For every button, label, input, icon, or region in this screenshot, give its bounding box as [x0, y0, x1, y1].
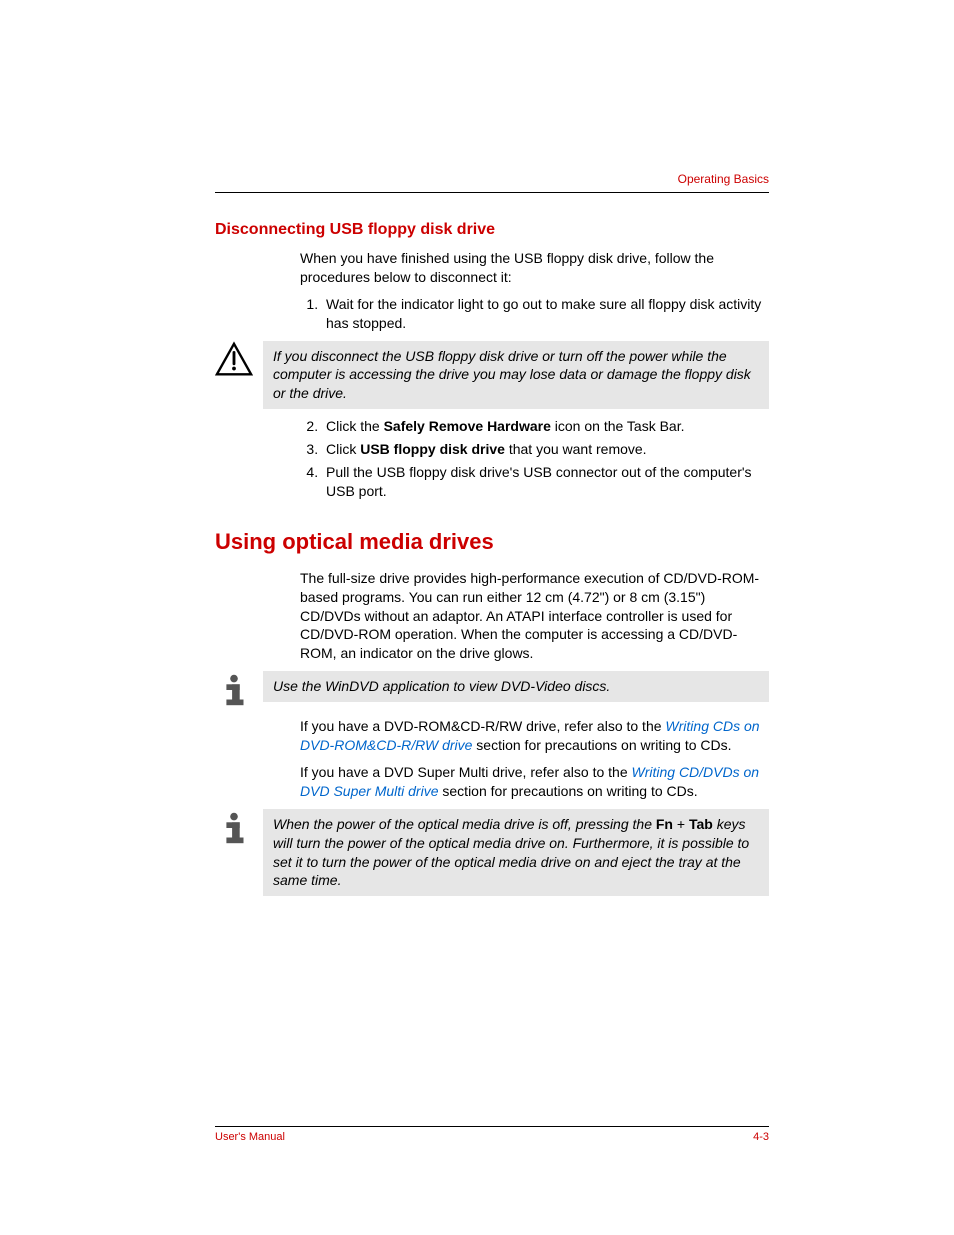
page-header: Operating Basics	[215, 170, 769, 193]
steps-list: Wait for the indicator light to go out t…	[300, 295, 769, 333]
info-callout-1: Use the WinDVD application to view DVD-V…	[215, 671, 769, 709]
subheading-disconnect-usb: Disconnecting USB floppy disk drive	[215, 221, 769, 239]
heading-optical-drives: Using optical media drives	[215, 529, 769, 555]
section-name: Operating Basics	[678, 172, 769, 186]
step-4: Pull the USB floppy disk drive's USB con…	[322, 463, 769, 501]
caution-callout: If you disconnect the USB floppy disk dr…	[215, 341, 769, 410]
document-page: Operating Basics Disconnecting USB flopp…	[0, 0, 954, 1143]
footer-left: User's Manual	[215, 1131, 285, 1143]
step-3: Click USB floppy disk drive that you wan…	[322, 440, 769, 459]
info-text-2: When the power of the optical media driv…	[263, 809, 769, 897]
info-icon	[215, 671, 253, 709]
step-1: Wait for the indicator light to go out t…	[322, 295, 769, 333]
caution-icon	[215, 341, 253, 379]
footer-page-number: 4-3	[753, 1131, 769, 1143]
optical-intro: The full-size drive provides high-perfor…	[300, 569, 769, 663]
page-footer: User's Manual 4-3	[215, 1126, 769, 1143]
step-2: Click the Safely Remove Hardware icon on…	[322, 417, 769, 436]
steps-list-cont: Click the Safely Remove Hardware icon on…	[300, 417, 769, 501]
info-callout-2: When the power of the optical media driv…	[215, 809, 769, 897]
info-text-1: Use the WinDVD application to view DVD-V…	[263, 671, 769, 702]
info-icon	[215, 809, 253, 847]
optical-p2: If you have a DVD Super Multi drive, ref…	[300, 763, 769, 801]
caution-text: If you disconnect the USB floppy disk dr…	[263, 341, 769, 410]
intro-paragraph: When you have finished using the USB flo…	[300, 249, 769, 287]
optical-p1: If you have a DVD-ROM&CD-R/RW drive, ref…	[300, 717, 769, 755]
